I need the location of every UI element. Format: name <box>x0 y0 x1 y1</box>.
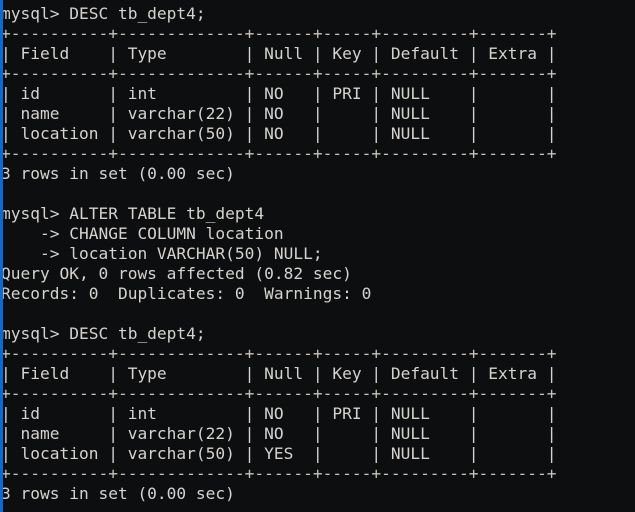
terminal-line-l15: Records: 0 Duplicates: 0 Warnings: 0 <box>1 284 372 303</box>
vertical-scrollbar[interactable] <box>0 0 3 512</box>
terminal-line-l23: | location | varchar(50) | YES | | NULL … <box>1 444 557 463</box>
terminal-line-l01: mysql> DESC tb_dept4; <box>1 4 206 23</box>
terminal-line-l22: | name | varchar(22) | NO | | NULL | | <box>1 424 557 443</box>
terminal-line-l02: +----------+-------------+------+-----+-… <box>1 24 557 43</box>
terminal-window[interactable]: mysql> DESC tb_dept4; +----------+-------… <box>0 0 635 512</box>
terminal-line-l14: Query OK, 0 rows affected (0.82 sec) <box>1 264 352 283</box>
terminal-line-l24: +----------+-------------+------+-----+-… <box>1 464 557 483</box>
terminal-line-l20: +----------+-------------+------+-----+-… <box>1 384 557 403</box>
terminal-line-l11: mysql> ALTER TABLE tb_dept4 <box>1 204 265 223</box>
terminal-line-l16 <box>1 304 635 324</box>
terminal-line-l13: -> location VARCHAR(50) NULL; <box>1 244 323 263</box>
terminal-line-l18: +----------+-------------+------+-----+-… <box>1 344 557 363</box>
terminal-line-l07: | location | varchar(50) | NO | | NULL |… <box>1 124 557 143</box>
terminal-line-l25: 3 rows in set (0.00 sec) <box>1 484 235 503</box>
terminal-line-l17: mysql> DESC tb_dept4; <box>1 324 206 343</box>
terminal-line-l12: -> CHANGE COLUMN location <box>1 224 284 243</box>
terminal-line-l08: +----------+-------------+------+-----+-… <box>1 144 557 163</box>
terminal-line-l06: | name | varchar(22) | NO | | NULL | | <box>1 104 557 123</box>
terminal-line-l04: +----------+-------------+------+-----+-… <box>1 64 557 83</box>
terminal-line-l19: | Field | Type | Null | Key | Default | … <box>1 364 557 383</box>
terminal-line-l09: 3 rows in set (0.00 sec) <box>1 164 235 183</box>
terminal-output-area[interactable]: mysql> DESC tb_dept4; +----------+-------… <box>0 0 635 512</box>
terminal-line-l03: | Field | Type | Null | Key | Default | … <box>1 44 557 63</box>
terminal-line-l21: | id | int | NO | PRI | NULL | | <box>1 404 557 423</box>
terminal-line-l05: | id | int | NO | PRI | NULL | | <box>1 84 557 103</box>
terminal-line-l10 <box>1 184 635 204</box>
